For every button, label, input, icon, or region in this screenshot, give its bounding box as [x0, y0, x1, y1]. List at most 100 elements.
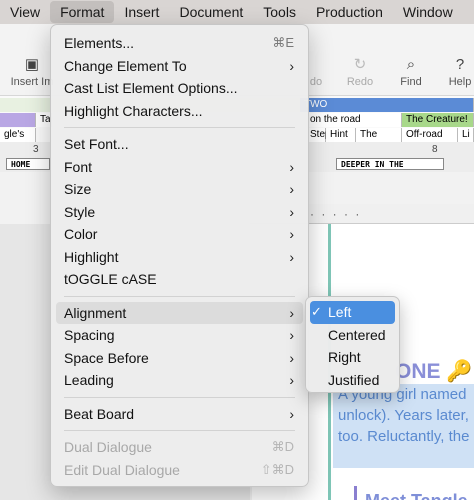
submenu-item-label: Left — [328, 304, 352, 320]
menu-tools[interactable]: Tools — [253, 1, 306, 23]
timeline-cell[interactable]: Hint — [326, 128, 356, 142]
menu-item-label: Alignment — [64, 304, 127, 321]
chevron-right-icon: › — [289, 405, 294, 422]
menu-item-label: Leading — [64, 372, 114, 388]
redo-icon: ↻ — [353, 56, 367, 73]
timeline-cell[interactable] — [0, 113, 36, 127]
menu-item-label: Dual Dialogue — [64, 439, 152, 455]
redo-label: Redo — [346, 76, 374, 88]
menu-window[interactable]: Window — [393, 1, 463, 23]
menu-item-label: Style — [64, 203, 96, 220]
menu-item-label: Highlight — [64, 248, 119, 265]
menu-item-set-font[interactable]: Set Font... — [51, 133, 308, 156]
menu-item-label: Change Element To — [64, 57, 187, 74]
menu-item-color[interactable]: Color › — [51, 223, 308, 246]
menu-item-label: Set Font... — [64, 136, 129, 152]
chevron-right-icon: › — [289, 248, 294, 265]
menu-item-edit-dual-dialogue: Edit Dual Dialogue ⇧⌘D — [51, 459, 308, 482]
undo-label: do — [309, 76, 323, 88]
timeline-cell[interactable]: TWO — [300, 98, 474, 112]
timeline-cell[interactable]: Step — [306, 128, 331, 142]
timeline-cell[interactable]: Li — [458, 128, 474, 142]
timeline-cell[interactable]: gle's — [0, 128, 36, 142]
shortcut-label: ⇧⌘D — [260, 461, 294, 477]
menu-separator — [64, 295, 295, 297]
chevron-right-icon: › — [289, 304, 294, 321]
menu-separator — [64, 430, 295, 431]
alignment-justified[interactable]: Justified — [306, 369, 399, 392]
menu-item-label: Color — [64, 226, 98, 242]
shortcut-label: ⌘D — [271, 439, 294, 454]
format-menu: Elements... ⌘E Change Element To › Cast … — [50, 24, 309, 487]
shortcut-label: ⌘E — [272, 35, 294, 50]
menu-document[interactable]: Document — [169, 1, 253, 23]
menu-item-dual-dialogue: Dual Dialogue ⌘D — [51, 436, 308, 459]
submenu-item-label: Right — [328, 349, 361, 365]
chevron-right-icon: › — [289, 226, 294, 242]
menu-item-size[interactable]: Size › — [51, 178, 308, 201]
menu-production[interactable]: Production — [306, 1, 393, 23]
find-label: Find — [400, 76, 422, 88]
alignment-centered[interactable]: Centered — [306, 324, 399, 347]
menu-item-label: Spacing — [64, 327, 115, 343]
menu-separator — [64, 127, 295, 128]
menu-item-font[interactable]: Font › — [51, 156, 308, 179]
menu-item-alignment[interactable]: Alignment › — [56, 301, 303, 324]
ruler-number: 3 — [33, 144, 39, 155]
menu-bar: View Format Insert Document Tools Produc… — [0, 0, 474, 24]
help-icon: ? — [455, 56, 465, 73]
synopsis-line: unlock). Years later, — [338, 407, 469, 424]
menu-separator — [64, 396, 295, 398]
chevron-right-icon: › — [289, 203, 294, 220]
chevron-right-icon: › — [289, 158, 294, 175]
menu-item-label: tOGGLE cASE — [64, 271, 157, 287]
menu-item-toggle-case[interactable]: tOGGLE cASE — [51, 268, 308, 291]
alignment-right[interactable]: Right — [306, 346, 399, 369]
menu-view[interactable]: View — [0, 1, 50, 23]
menu-insert[interactable]: Insert — [114, 1, 169, 23]
timeline-cell[interactable]: Off-road — [402, 128, 458, 142]
menu-item-label: Elements... — [64, 35, 135, 51]
search-icon: ⌕ — [406, 56, 416, 73]
menu-item-highlight[interactable]: Highlight › — [51, 246, 308, 269]
act-heading: ONE 🔑 — [395, 360, 473, 383]
scene-heading-cell[interactable]: DEEPER IN THE — [336, 158, 444, 170]
chevron-right-icon: › — [289, 181, 294, 197]
section-heading: Meet Tangle — [354, 486, 474, 500]
submenu-item-label: Justified — [328, 371, 380, 388]
scene-heading-cell[interactable]: HOME — [6, 158, 50, 170]
menu-item-label: Space Before — [64, 349, 149, 366]
chevron-right-icon: › — [289, 327, 294, 343]
menu-item-leading[interactable]: Leading › — [51, 369, 308, 392]
insert-image-label: Insert Im — [10, 76, 54, 88]
menu-format[interactable]: Format — [50, 1, 115, 23]
chevron-right-icon: › — [289, 57, 294, 74]
menu-item-style[interactable]: Style › — [51, 201, 308, 224]
checkmark-icon: ✓ — [311, 304, 322, 319]
menu-item-cast-list-options[interactable]: Cast List Element Options... — [51, 77, 308, 100]
menu-item-change-element-to[interactable]: Change Element To › — [51, 55, 308, 78]
menu-item-label: Highlight Characters... — [64, 102, 203, 119]
help-label: Help — [448, 76, 472, 88]
menu-item-highlight-characters[interactable]: Highlight Characters... — [51, 100, 308, 123]
timeline-cell[interactable]: on the road — [306, 113, 402, 127]
menu-item-label: Cast List Element Options... — [64, 80, 238, 96]
menu-item-elements[interactable]: Elements... ⌘E — [51, 32, 308, 55]
undo-icon — [307, 56, 325, 74]
submenu-item-label: Centered — [328, 326, 386, 343]
help-button[interactable]: ? Help — [430, 56, 474, 88]
synopsis-line: too. Reluctantly, the — [338, 428, 470, 445]
alignment-submenu: ✓ Left Centered Right Justified — [305, 296, 400, 393]
menu-item-label: Font — [64, 158, 93, 175]
timeline-cell[interactable]: The — [356, 128, 402, 142]
synopsis-block[interactable]: A young girl named unlock). Years later,… — [333, 384, 474, 468]
image-icon: ▣ — [24, 56, 40, 73]
menu-item-beat-board[interactable]: Beat Board › — [51, 403, 308, 426]
chevron-right-icon: › — [289, 372, 294, 388]
menu-item-spacing[interactable]: Spacing › — [51, 324, 308, 347]
menu-item-space-before[interactable]: Space Before › — [51, 347, 308, 370]
menu-item-label: Size — [64, 181, 92, 197]
alignment-left[interactable]: ✓ Left — [310, 301, 395, 324]
timeline-cell[interactable]: The Creature! — [402, 113, 474, 127]
chevron-right-icon: › — [289, 349, 294, 366]
